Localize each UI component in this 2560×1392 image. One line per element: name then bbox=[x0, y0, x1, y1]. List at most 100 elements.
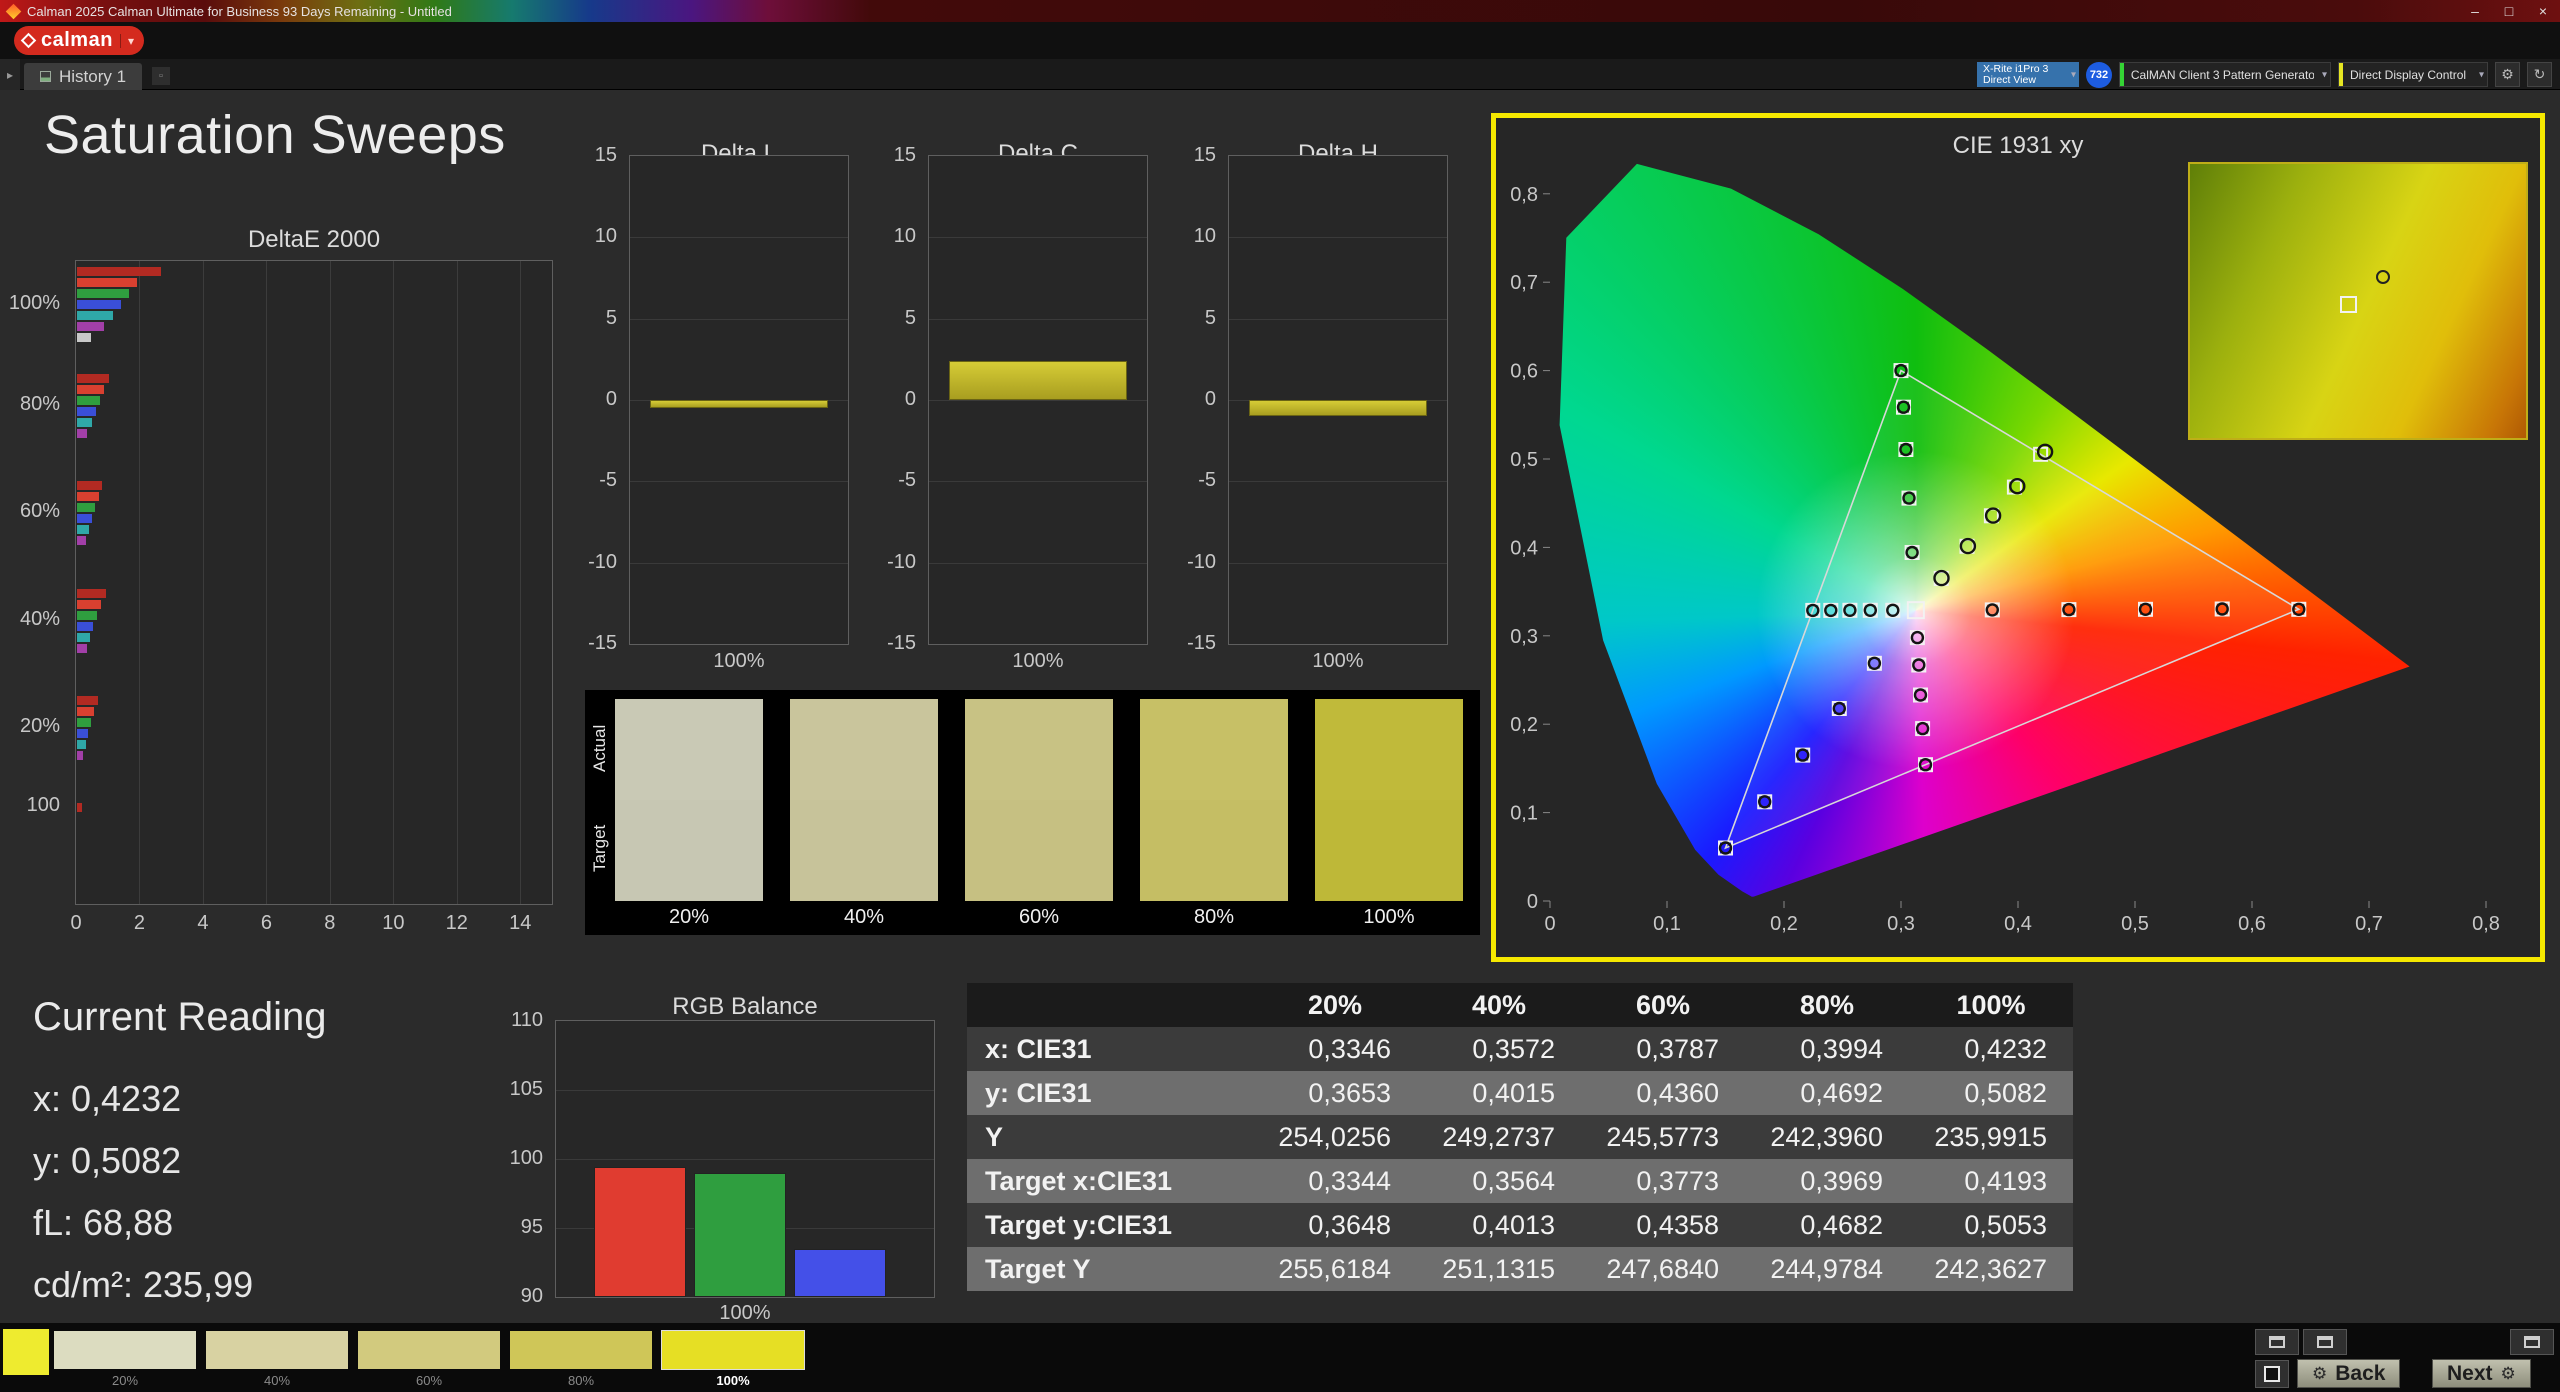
table-cell: 0,3653 bbox=[1308, 1077, 1391, 1108]
deltaE-bar bbox=[77, 750, 84, 760]
y-tick-label: 10 bbox=[594, 225, 617, 248]
gridline bbox=[1229, 481, 1447, 483]
titlebar[interactable]: Calman 2025 Calman Ultimate for Business… bbox=[0, 0, 2560, 22]
inset-target-square bbox=[2340, 296, 2357, 313]
table-cell: 245,5773 bbox=[1606, 1121, 1719, 1152]
pattern-step-label: 20% bbox=[111, 1373, 139, 1388]
pattern-window-button-2[interactable] bbox=[2303, 1329, 2347, 1355]
calman-logo-label: calman bbox=[41, 29, 113, 51]
bottom-pattern-bar: 20% 40% 60% 80% 100% ⚙ Back Next ⚙ bbox=[0, 1323, 2560, 1392]
gear-icon: ⚙ bbox=[2501, 66, 2514, 82]
pattern-window-button-1[interactable] bbox=[2255, 1329, 2299, 1355]
app-window: Calman 2025 Calman Ultimate for Business… bbox=[0, 0, 2560, 1392]
table-cell: 0,5053 bbox=[1964, 1209, 2047, 1240]
gridline bbox=[929, 400, 1147, 401]
delta-bar bbox=[948, 360, 1128, 400]
calman-menu-button[interactable]: calman ▾ bbox=[14, 26, 144, 55]
pattern-step-20%[interactable] bbox=[54, 1331, 196, 1369]
table-cell: 0,3564 bbox=[1472, 1165, 1555, 1196]
minimize-button[interactable]: – bbox=[2458, 0, 2492, 22]
y-tick-label: -15 bbox=[1187, 632, 1216, 654]
deltaE-bar bbox=[77, 322, 104, 331]
gamut-triangle bbox=[1724, 369, 2301, 850]
table-cell: 0,3648 bbox=[1308, 1209, 1391, 1240]
table-cell: 0,4360 bbox=[1636, 1077, 1719, 1108]
pattern-step-label: 60% bbox=[415, 1373, 443, 1388]
deltaE-bar bbox=[77, 717, 92, 727]
pattern-step-40%[interactable] bbox=[206, 1331, 348, 1369]
meter-dropdown[interactable]: X-Rite i1Pro 3 Direct View ▾ bbox=[1977, 62, 2079, 87]
deltaH-chart bbox=[1228, 155, 1448, 645]
sidebar-collapse-button[interactable]: ▸ bbox=[0, 59, 20, 90]
deltaE-bar bbox=[77, 599, 101, 609]
y-tick-label: 110 bbox=[511, 1009, 543, 1031]
deltaE-bar bbox=[77, 385, 104, 395]
rgb-balance-chart bbox=[555, 1020, 935, 1298]
table-cell: 244,9784 bbox=[1770, 1253, 1883, 1284]
pattern-step-80%[interactable] bbox=[510, 1331, 652, 1369]
pattern-generator-dropdown[interactable]: CalMAN Client 3 Pattern Generator ▾ bbox=[2119, 62, 2331, 87]
svg-text:0,4: 0,4 bbox=[2004, 913, 2032, 935]
next-button[interactable]: Next ⚙ bbox=[2432, 1359, 2531, 1388]
actual-swatch-80% bbox=[1140, 699, 1288, 800]
gear-icon: ⚙ bbox=[2312, 1363, 2328, 1383]
deltaE-bar bbox=[77, 643, 87, 653]
collapse-arrow-icon: ▸ bbox=[6, 67, 14, 82]
svg-text:0: 0 bbox=[1544, 913, 1555, 935]
chart-tab-icon bbox=[40, 71, 51, 82]
x-tick-label: 10 bbox=[382, 912, 405, 934]
pattern-step-label: 80% bbox=[567, 1373, 595, 1388]
y-tick-label: 0 bbox=[904, 388, 916, 410]
refresh-button[interactable]: ↻ bbox=[2527, 62, 2552, 87]
svg-text:0,1: 0,1 bbox=[1653, 913, 1681, 935]
deltaE-chart-title: DeltaE 2000 bbox=[247, 226, 381, 253]
pattern-step-60%[interactable] bbox=[358, 1331, 500, 1369]
table-cell: 242,3627 bbox=[1934, 1253, 2047, 1284]
actual-swatch-20% bbox=[615, 699, 763, 800]
saturation-data-table: 20% 40% 60% 80% 100% x: CIE31 0,3346 0,3572 0,37… bbox=[967, 983, 2073, 1291]
x-tick-label: 12 bbox=[445, 912, 468, 934]
table-cell: 0,4013 bbox=[1472, 1209, 1555, 1240]
back-button[interactable]: ⚙ Back bbox=[2297, 1359, 2401, 1388]
pattern-window-button-3[interactable] bbox=[2510, 1329, 2554, 1355]
menubar: calman ▾ bbox=[0, 22, 2560, 59]
actual-target-swatch-panel: Actual Target 20% 40% 60% 80% 100% bbox=[585, 690, 1480, 935]
deltaE-bar bbox=[77, 374, 109, 384]
gridline bbox=[329, 261, 331, 904]
table-row: Y 254,0256 249,2737 245,5773 242,3960 235,991… bbox=[967, 1115, 2073, 1159]
table-cell: 0,4682 bbox=[1800, 1209, 1883, 1240]
y-tick-label: -5 bbox=[1198, 469, 1216, 492]
deltaE-bar bbox=[77, 267, 162, 276]
page-title: Saturation Sweeps bbox=[44, 105, 506, 165]
rgb-x-category: 100% bbox=[719, 1302, 771, 1324]
y-tick-label: 15 bbox=[1193, 144, 1216, 166]
settings-gear-button[interactable]: ⚙ bbox=[2495, 62, 2520, 87]
new-tab-button[interactable]: ▫ bbox=[152, 67, 170, 85]
svg-text:0,2: 0,2 bbox=[1770, 913, 1798, 935]
svg-text:0,5: 0,5 bbox=[2121, 913, 2149, 935]
caret-down-icon: ▾ bbox=[2321, 69, 2327, 80]
pattern-step-100%[interactable] bbox=[661, 1330, 805, 1370]
display-control-dropdown[interactable]: Direct Display Control ▾ bbox=[2338, 62, 2488, 87]
y-tick-label: 15 bbox=[893, 144, 916, 166]
y-group-label: 20% bbox=[19, 714, 60, 737]
deltaL-chart bbox=[629, 155, 849, 645]
gridline bbox=[1229, 318, 1447, 320]
close-button[interactable]: × bbox=[2526, 0, 2560, 22]
gridline bbox=[929, 318, 1147, 320]
deltaE-bar bbox=[77, 728, 89, 738]
table-cell: 0,4358 bbox=[1636, 1209, 1719, 1240]
gridline bbox=[456, 261, 458, 904]
pattern-step-label: 40% bbox=[263, 1373, 291, 1388]
table-row: Target y:CIE31 0,3648 0,4013 0,4358 0,4682 0,… bbox=[967, 1203, 2073, 1247]
y-tick-label: 5 bbox=[904, 306, 916, 329]
x-tick-label: 4 bbox=[197, 912, 209, 934]
y-tick-label: 90 bbox=[520, 1285, 543, 1307]
tab-history-1[interactable]: History 1 bbox=[24, 63, 143, 90]
pattern-preview-toggle[interactable] bbox=[2255, 1360, 2289, 1388]
table-cell: 255,6184 bbox=[1278, 1253, 1391, 1284]
svg-text:0: 0 bbox=[1527, 891, 1538, 913]
maximize-button[interactable]: □ bbox=[2492, 0, 2526, 22]
inset-measured-circle bbox=[2376, 270, 2390, 284]
gridline bbox=[1229, 562, 1447, 564]
